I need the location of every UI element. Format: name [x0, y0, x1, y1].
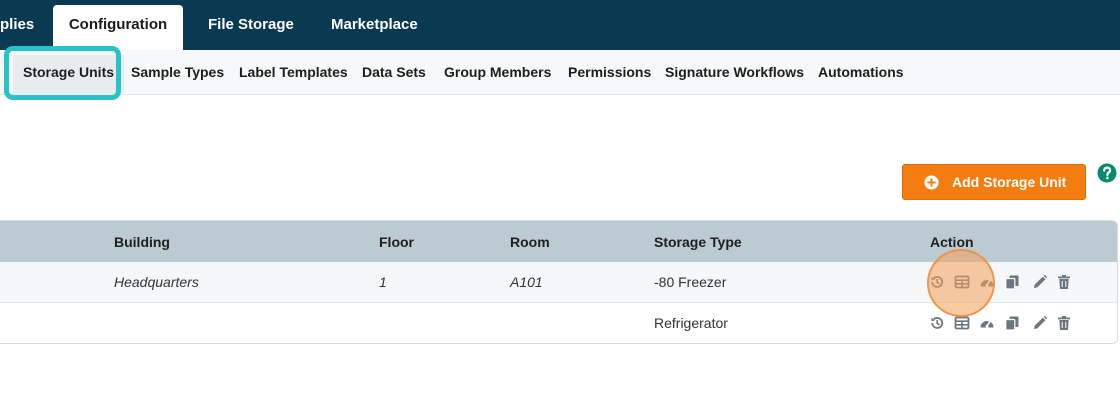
- tab-configuration[interactable]: Configuration: [53, 5, 183, 50]
- subtab-automations[interactable]: Automations: [818, 50, 904, 95]
- subtab-group-members[interactable]: Group Members: [444, 50, 551, 95]
- trash-icon[interactable]: [1056, 274, 1072, 290]
- table-header: Building Floor Room Storage Type Action: [0, 221, 1117, 262]
- plus-circle-icon: [924, 174, 939, 190]
- header-room[interactable]: Room: [510, 221, 550, 262]
- tab-marketplace[interactable]: Marketplace: [331, 0, 418, 50]
- cell-building: Headquarters: [114, 274, 199, 290]
- question-circle-icon[interactable]: [1097, 163, 1117, 183]
- top-navigation: plies Configuration File Storage Marketp…: [0, 0, 1120, 50]
- trash-icon[interactable]: [1056, 315, 1072, 331]
- sub-navigation: Storage Units Sample Types Label Templat…: [0, 50, 1120, 95]
- header-floor[interactable]: Floor: [379, 221, 414, 262]
- tab-file-storage[interactable]: File Storage: [208, 0, 294, 50]
- subtab-sample-types[interactable]: Sample Types: [131, 50, 224, 95]
- header-action: Action: [930, 234, 974, 250]
- header-building[interactable]: Building: [114, 221, 170, 262]
- subtab-label-templates[interactable]: Label Templates: [239, 50, 348, 95]
- gauge-icon[interactable]: [979, 274, 995, 290]
- cell-room: A101: [510, 274, 543, 290]
- history-icon[interactable]: [929, 315, 945, 331]
- copy-icon[interactable]: [1004, 274, 1020, 290]
- cell-storage-type: -80 Freezer: [654, 274, 727, 290]
- copy-icon[interactable]: [1004, 315, 1020, 331]
- add-storage-unit-label: Add Storage Unit: [952, 174, 1067, 190]
- grid-icon[interactable]: [954, 315, 970, 331]
- subtab-signature-workflows[interactable]: Signature Workflows: [665, 50, 804, 95]
- add-storage-unit-button[interactable]: Add Storage Unit: [902, 164, 1086, 200]
- edit-icon[interactable]: [1032, 315, 1048, 331]
- cell-storage-type: Refrigerator: [654, 315, 728, 331]
- table-row[interactable]: Headquarters 1 A101 -80 Freezer: [0, 262, 1117, 303]
- cell-floor: 1: [379, 274, 387, 290]
- table-row[interactable]: Refrigerator: [0, 303, 1117, 343]
- subtab-data-sets[interactable]: Data Sets: [362, 50, 426, 95]
- tab-supplies[interactable]: plies: [0, 0, 34, 50]
- subtab-storage-units[interactable]: Storage Units: [13, 55, 125, 95]
- subtab-permissions[interactable]: Permissions: [568, 50, 651, 95]
- gauge-icon[interactable]: [979, 315, 995, 331]
- storage-units-table: Building Floor Room Storage Type Action …: [0, 220, 1118, 344]
- grid-icon[interactable]: [954, 274, 970, 290]
- history-icon[interactable]: [929, 274, 945, 290]
- header-storage-type[interactable]: Storage Type: [654, 221, 742, 262]
- edit-icon[interactable]: [1032, 274, 1048, 290]
